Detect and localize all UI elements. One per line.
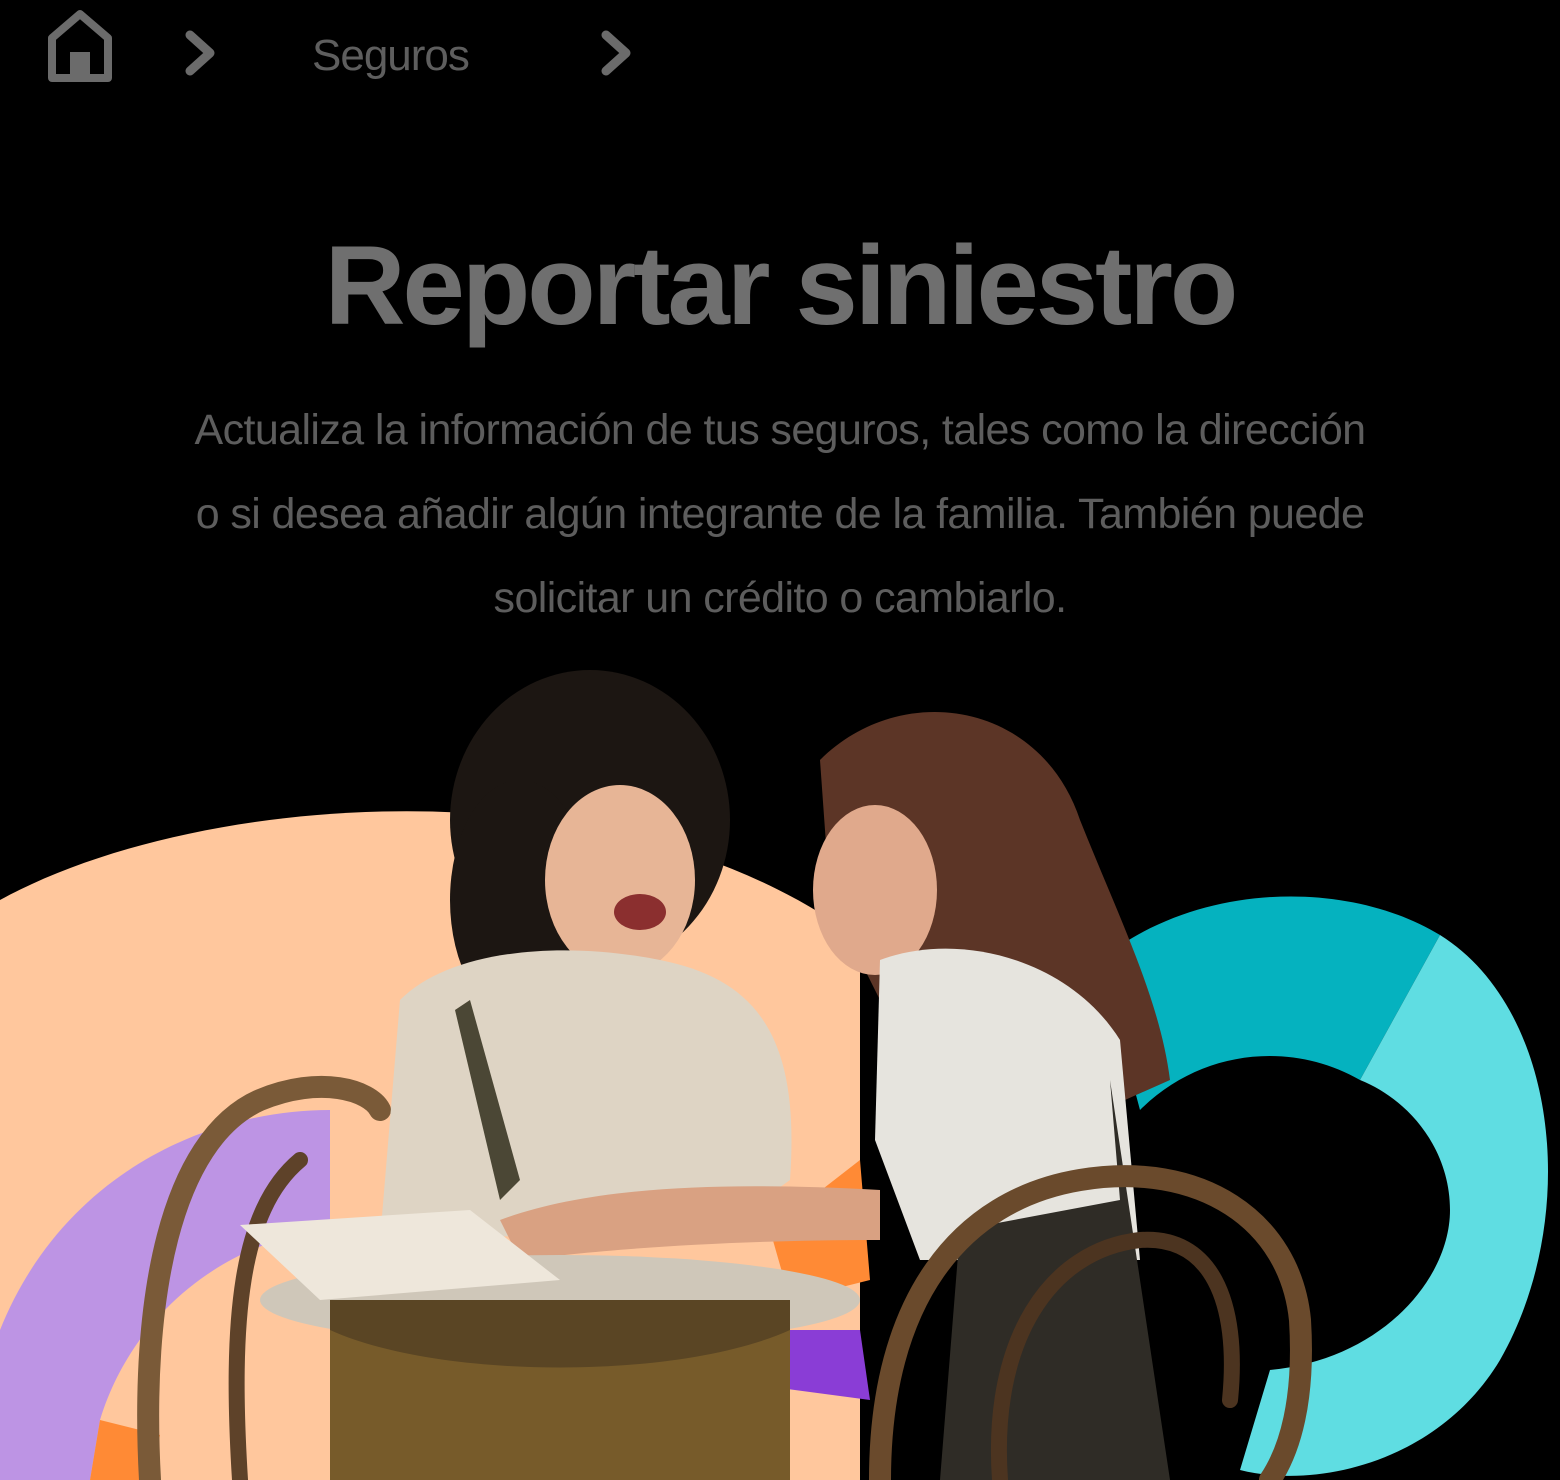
- page-title: Reportar siniestro: [324, 223, 1239, 348]
- breadcrumb-item-seguros[interactable]: Seguros: [312, 30, 470, 82]
- chevron-right-icon: [180, 30, 220, 76]
- breadcrumb: Seguros: [46, 8, 686, 92]
- home-icon[interactable]: [46, 8, 114, 84]
- hero-illustration: [0, 650, 1560, 1480]
- chevron-right-icon: [596, 30, 636, 76]
- page-description: Actualiza la información de tus seguros,…: [194, 406, 1367, 622]
